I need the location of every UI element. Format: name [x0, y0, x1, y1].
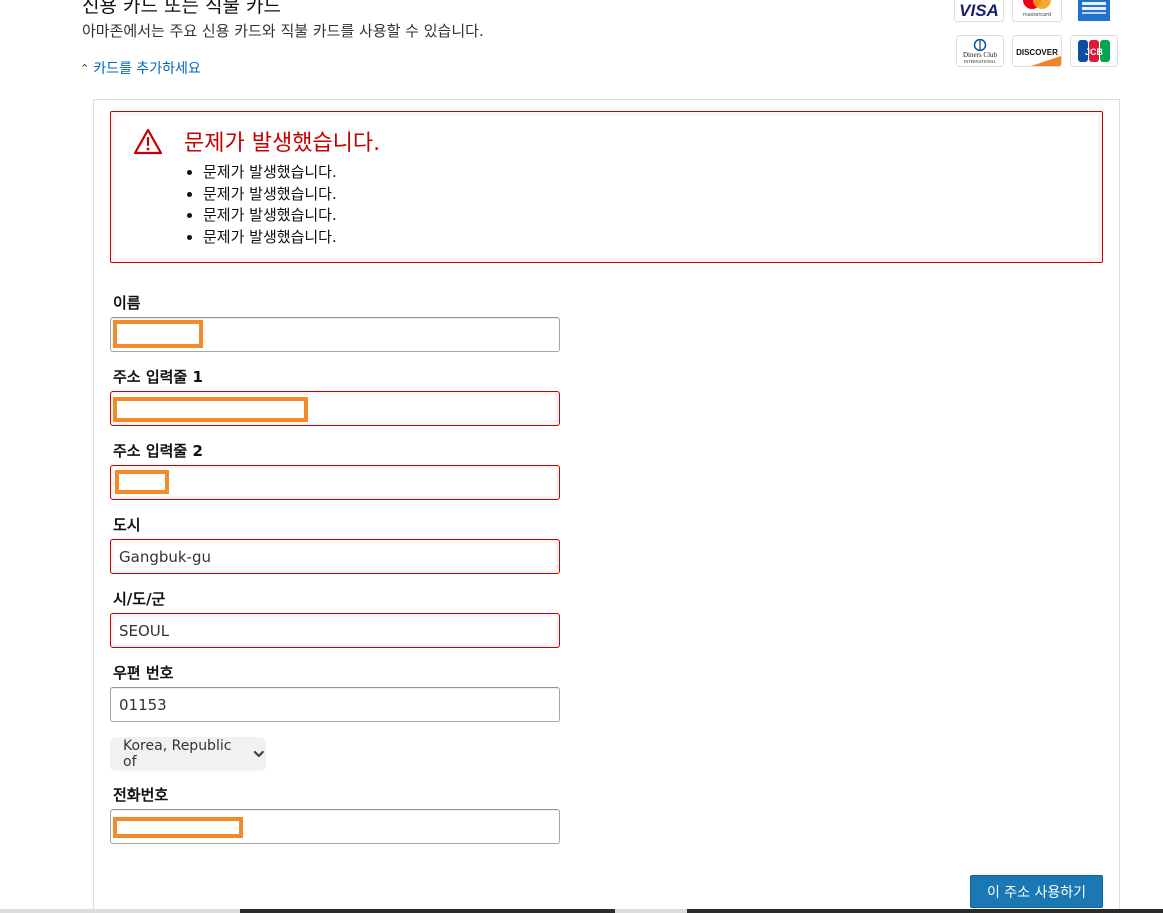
name-input[interactable]	[110, 317, 560, 352]
use-this-address-button[interactable]: 이 주소 사용하기	[970, 875, 1103, 908]
jcb-blocks-icon: JCB	[1078, 40, 1110, 62]
chevron-up-icon: ⌃	[80, 61, 90, 75]
state-input[interactable]	[110, 613, 560, 648]
taskbar-segment	[240, 909, 615, 913]
postal-code-input[interactable]	[110, 687, 560, 722]
amex-logo-icon	[1070, 0, 1118, 26]
address-line-2-label: 주소 입력줄 2	[113, 442, 203, 460]
error-alert: 문제가 발생했습니다. 문제가 발생했습니다. 문제가 발생했습니다. 문제가 …	[110, 111, 1103, 263]
country-select-value: Korea, Republic of	[123, 737, 232, 770]
svg-text:mastercard: mastercard	[1023, 12, 1051, 18]
diners-logo-icon: Diners Club INTERNATIONAL	[956, 35, 1004, 67]
jcb-logo-icon: JCB	[1070, 35, 1118, 67]
diners-circle-icon	[973, 38, 987, 51]
address-line-1-input[interactable]	[110, 391, 560, 426]
page-subtitle: 아마존에서는 주요 신용 카드와 직불 카드를 사용할 수 있습니다.	[82, 22, 484, 40]
add-card-link-label: 카드를 추가하세요	[93, 61, 201, 77]
mastercard-circles-icon: mastercard	[1023, 0, 1051, 18]
phone-label: 전화번호	[113, 786, 169, 804]
error-alert-list: 문제가 발생했습니다. 문제가 발생했습니다. 문제가 발생했습니다. 문제가 …	[203, 162, 337, 248]
error-alert-title: 문제가 발생했습니다.	[184, 131, 381, 156]
city-label: 도시	[113, 516, 141, 534]
postal-code-label: 우편 번호	[113, 664, 174, 682]
country-select[interactable]: Korea, Republic of	[110, 737, 266, 770]
card-logos: VISA mastercard Diners Club INTERNATIONA…	[954, 0, 1124, 70]
amex-box-icon	[1078, 0, 1110, 21]
visa-logo-text: VISA	[959, 1, 999, 20]
state-label: 시/도/군	[113, 590, 166, 608]
taskbar-strip	[0, 909, 1163, 913]
page-title: 신용 카드 또는 직불 카드	[82, 0, 281, 17]
add-card-link[interactable]: ⌃ 카드를 추가하세요	[80, 58, 201, 78]
chevron-down-icon	[254, 750, 265, 757]
diners-logo-subtext: INTERNATIONAL	[964, 58, 996, 64]
list-item: 문제가 발생했습니다.	[203, 162, 337, 184]
discover-stripe-icon	[1031, 56, 1061, 66]
diners-logo-text: Diners Club	[962, 50, 998, 59]
list-item: 문제가 발생했습니다.	[203, 227, 337, 249]
name-label: 이름	[113, 294, 141, 312]
svg-text:JCB: JCB	[1085, 47, 1104, 57]
mastercard-logo-icon: mastercard	[1012, 0, 1062, 22]
phone-input[interactable]	[110, 809, 560, 844]
discover-logo-icon: DISCOVER	[1012, 35, 1062, 67]
list-item: 문제가 발생했습니다.	[203, 184, 337, 206]
taskbar-segment	[687, 909, 1163, 913]
visa-logo-icon: VISA	[954, 0, 1004, 22]
list-item: 문제가 발생했습니다.	[203, 205, 337, 227]
city-input[interactable]	[110, 539, 560, 574]
address-line-2-input[interactable]	[110, 465, 560, 500]
warning-triangle-icon	[133, 128, 163, 155]
address-line-1-label: 주소 입력줄 1	[113, 368, 203, 386]
